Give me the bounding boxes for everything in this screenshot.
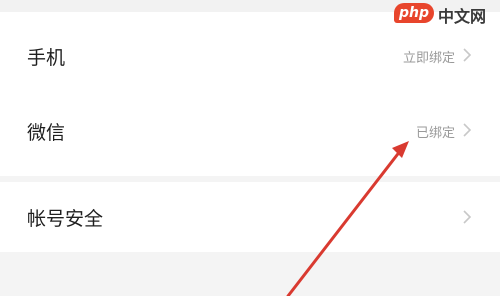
watermark-logo: php 中文网 [394,2,498,26]
chevron-right-icon [463,210,472,224]
chevron-right-icon [463,123,472,137]
wechat-label: 微信 [27,122,66,144]
wechat-status: 已绑定 [415,126,455,141]
phone-status: 立即绑定 [402,51,455,66]
phone-row[interactable]: 手机 立即绑定 [0,18,500,94]
phone-label: 手机 [27,47,66,69]
account-security-label: 帐号安全 [27,208,104,230]
watermark-text: 中文网 [438,7,487,26]
account-security-row[interactable]: 帐号安全 [0,180,500,256]
chevron-right-icon [463,48,472,62]
wechat-row[interactable]: 微信 已绑定 [0,93,500,169]
watermark-badge: php [394,3,434,23]
